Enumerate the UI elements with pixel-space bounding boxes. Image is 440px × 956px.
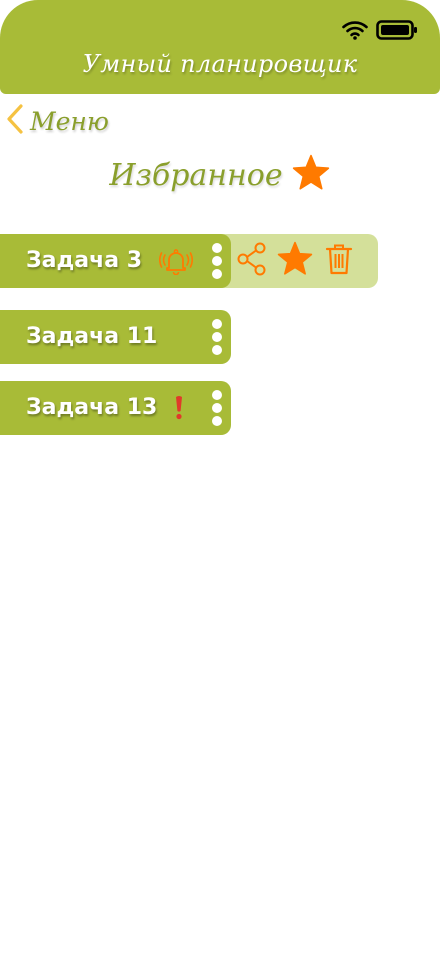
task-label: Задача 11 [26,324,158,349]
task-label: Задача 3 [26,248,143,273]
more-options-button[interactable] [208,310,226,364]
star-icon [276,241,314,281]
back-button[interactable]: Меню [6,104,109,138]
page-heading: Избранное [0,154,440,196]
share-icon [236,242,268,280]
more-options-button[interactable] [208,381,226,435]
delete-button[interactable] [318,240,360,282]
task-label: Задача 13 [26,395,158,420]
favorite-button[interactable] [274,240,316,282]
more-options-button[interactable] [208,234,226,288]
trash-icon [325,242,353,280]
exclamation-icon [173,381,185,435]
bell-ringing-icon [159,234,193,288]
task-item[interactable]: Задача 11 [0,310,231,364]
page-title: Избранное [109,157,283,193]
app-header: Умный планировщик [0,0,440,94]
share-button[interactable] [231,240,273,282]
task-item[interactable]: Задача 13 [0,381,231,435]
star-icon [291,154,331,196]
app-title: Умный планировщик [82,50,358,78]
back-label: Меню [30,106,109,136]
task-item[interactable]: Задача 3 [0,234,231,288]
chevron-left-icon [6,103,24,139]
wifi-icon [342,20,368,44]
battery-icon [376,19,418,45]
status-bar [342,19,418,45]
